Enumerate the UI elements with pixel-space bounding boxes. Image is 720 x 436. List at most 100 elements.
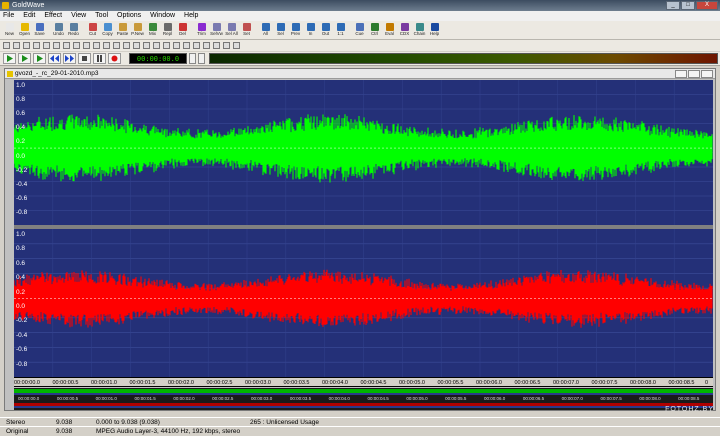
tool-icon[interactable] [203, 42, 210, 49]
timeline-tick-label: 00:00:02.0 [168, 380, 194, 386]
out-button[interactable]: Out [318, 21, 333, 39]
tool-icon[interactable] [103, 42, 110, 49]
fast-forward-button[interactable] [63, 53, 76, 64]
tool-icon[interactable] [223, 42, 230, 49]
menu-edit[interactable]: Edit [23, 11, 35, 21]
overview-tick-label: 00:00:06.5 [522, 396, 545, 401]
tool-icon[interactable] [143, 42, 150, 49]
stop-button[interactable] [78, 53, 91, 64]
in-button[interactable]: In [303, 21, 318, 39]
menu-help[interactable]: Help [184, 11, 198, 21]
close-button[interactable]: X [696, 1, 718, 10]
overview-tick-label: 00:00:03.0 [251, 396, 273, 401]
doc-maximize-button[interactable] [688, 70, 700, 78]
trim-button[interactable]: Trim [194, 21, 209, 39]
evaluate-icon [385, 23, 394, 31]
scissors-icon [88, 23, 97, 31]
menu-options[interactable]: Options [117, 11, 141, 21]
paste-new-icon [133, 23, 142, 31]
tool-icon[interactable] [193, 42, 200, 49]
tool-icon[interactable] [73, 42, 80, 49]
toolbar-button-label: Cue [355, 31, 364, 36]
zoom-one-icon [336, 23, 345, 31]
save-button[interactable]: Save [32, 21, 47, 39]
secondary-toolbar [0, 40, 720, 51]
tool-icon[interactable] [33, 42, 40, 49]
tool-icon[interactable] [53, 42, 60, 49]
menu-tool[interactable]: Tool [95, 11, 108, 21]
timeline-tick-label: 00:00:07.5 [591, 380, 618, 386]
selvw-button[interactable]: SelVw [209, 21, 224, 39]
tool-icon[interactable] [63, 42, 70, 49]
tool-icon[interactable] [113, 42, 120, 49]
rewind-button[interactable] [48, 53, 61, 64]
overview-tick-label: 00:00:00.5 [56, 396, 79, 401]
timeline-tick-label: 00:00:04.5 [360, 380, 387, 386]
play-selection-button[interactable] [18, 53, 31, 64]
cdx-button[interactable]: CDX [397, 21, 412, 39]
new-button[interactable]: New [2, 21, 17, 39]
tool-icon[interactable] [213, 42, 220, 49]
tool-icon[interactable] [13, 42, 20, 49]
amplitude-label: 0.4 [16, 274, 26, 282]
cue-button[interactable]: Cue [352, 21, 367, 39]
1-1-button[interactable]: 1:1 [333, 21, 348, 39]
tool-icon[interactable] [163, 42, 170, 49]
tool-icon[interactable] [133, 42, 140, 49]
mix-button[interactable]: Mix [145, 21, 160, 39]
minimize-button[interactable]: _ [666, 1, 680, 10]
cut-button[interactable]: Cut [85, 21, 100, 39]
volume-slider[interactable] [189, 53, 196, 64]
doc-close-button[interactable] [701, 70, 713, 78]
tool-icon[interactable] [233, 42, 240, 49]
help-button[interactable]: Help [427, 21, 442, 39]
ctrl-button[interactable]: Ctrl [367, 21, 382, 39]
overview-tick-label: 00:00:00.0 [18, 396, 40, 401]
menu-window[interactable]: Window [150, 11, 175, 21]
left-channel-waveform[interactable] [14, 80, 713, 225]
set-button[interactable]: Set [239, 21, 254, 39]
window-title: GoldWave [12, 2, 45, 9]
undo-button[interactable]: Undo [51, 21, 66, 39]
tool-icon[interactable] [93, 42, 100, 49]
open-button[interactable]: Open [17, 21, 32, 39]
sel-all-button[interactable]: Sel All [224, 21, 239, 39]
tool-icon[interactable] [43, 42, 50, 49]
tool-icon[interactable] [153, 42, 160, 49]
tool-icon[interactable] [173, 42, 180, 49]
repl-button[interactable]: Repl [160, 21, 175, 39]
toolbar-button-label: In [308, 31, 313, 36]
maximize-button[interactable]: □ [681, 1, 695, 10]
menu-view[interactable]: View [71, 11, 86, 21]
play-custom-button[interactable] [33, 53, 46, 64]
pause-button[interactable] [93, 53, 106, 64]
sel-button[interactable]: Sel [273, 21, 288, 39]
copy-button[interactable]: Copy [100, 21, 115, 39]
paste-button[interactable]: Paste [115, 21, 130, 39]
toolbar-button-label: P.New [131, 31, 144, 36]
tool-icon[interactable] [183, 42, 190, 49]
prev-button[interactable]: Prev [288, 21, 303, 39]
play-button[interactable] [3, 53, 16, 64]
chain-button[interactable]: Chain [412, 21, 427, 39]
tool-icon[interactable] [83, 42, 90, 49]
right-channel-waveform[interactable] [14, 229, 713, 377]
redo-button[interactable]: Redo [66, 21, 81, 39]
overview-waveform[interactable]: 00:00:00.0 00:00:00.5 00:00:01.0 00:00:01.5… [14, 388, 713, 410]
del-button[interactable]: Del [175, 21, 190, 39]
tool-icon[interactable] [123, 42, 130, 49]
doc-minimize-button[interactable] [675, 70, 687, 78]
menu-effect[interactable]: Effect [44, 11, 62, 21]
balance-slider[interactable] [198, 53, 205, 64]
timeline-ruler[interactable]: 00:00:00.0 00:00:00.5 00:00:01.0 00:00:01.5… [14, 377, 713, 387]
waveform-graphic [14, 80, 713, 225]
all-button[interactable]: All [258, 21, 273, 39]
p-new-button[interactable]: P.New [130, 21, 145, 39]
tool-icon[interactable] [3, 42, 10, 49]
record-button[interactable] [108, 53, 121, 64]
delete-icon [178, 23, 187, 31]
menu-file[interactable]: File [3, 11, 14, 21]
tool-icon[interactable] [23, 42, 30, 49]
new-file-icon [5, 23, 14, 31]
eval-button[interactable]: Eval [382, 21, 397, 39]
